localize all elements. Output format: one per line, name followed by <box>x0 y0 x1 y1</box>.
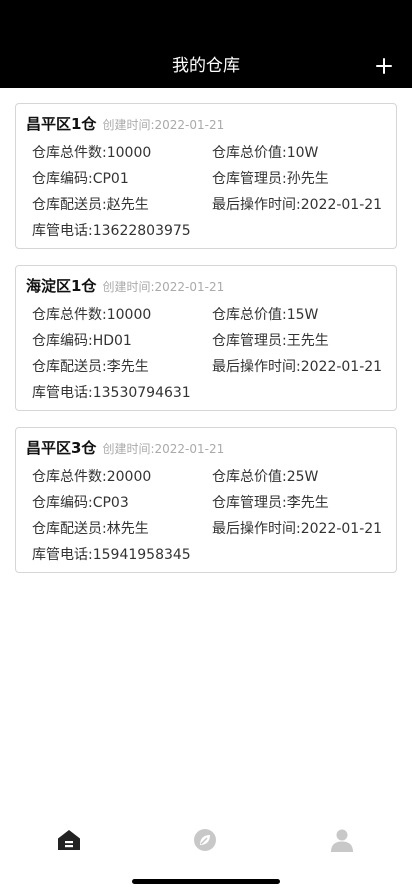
manager-phone: 库管电话:13530794631 <box>32 385 191 401</box>
manager-phone: 库管电话:15941958345 <box>32 547 191 563</box>
warehouse-card[interactable]: 昌平区3仓 创建时间:2022-01-21 仓库总件数:20000 仓库总价值:25… <box>15 427 397 573</box>
total-count: 仓库总件数:10000 <box>32 145 152 161</box>
warehouse-courier: 仓库配送员:林先生 <box>32 521 149 537</box>
created-time: 创建时间:2022-01-21 <box>102 280 225 294</box>
home-icon[interactable] <box>55 826 83 854</box>
card-row: 仓库配送员:林先生 最后操作时间:2022-01-21 <box>26 516 396 542</box>
last-operation-time: 最后操作时间:2022-01-21 <box>212 359 383 375</box>
bottom-tab-bar <box>0 820 412 860</box>
created-time: 创建时间:2022-01-21 <box>102 442 225 456</box>
created-time: 创建时间:2022-01-21 <box>102 118 225 132</box>
user-icon[interactable] <box>328 826 356 854</box>
card-row: 仓库配送员:李先生 最后操作时间:2022-01-21 <box>26 354 396 380</box>
warehouse-code: 仓库编码:HD01 <box>32 333 132 349</box>
warehouse-name: 海淀区1仓 <box>26 277 97 295</box>
card-row: 仓库编码:CP01 仓库管理员:孙先生 <box>26 166 396 192</box>
warehouse-list: 昌平区1仓 创建时间:2022-01-21 仓库总件数:10000 仓库总价值:10… <box>15 103 397 589</box>
card-row: 仓库编码:CP03 仓库管理员:李先生 <box>26 490 396 516</box>
total-value: 仓库总价值:15W <box>212 307 319 323</box>
card-row: 仓库配送员:赵先生 最后操作时间:2022-01-21 <box>26 192 396 218</box>
warehouse-courier: 仓库配送员:李先生 <box>32 359 149 375</box>
total-count: 仓库总件数:20000 <box>32 469 152 485</box>
card-header: 海淀区1仓 创建时间:2022-01-21 <box>26 276 396 296</box>
card-row: 库管电话:15941958345 <box>26 542 396 568</box>
last-operation-time: 最后操作时间:2022-01-21 <box>212 521 383 537</box>
warehouse-code: 仓库编码:CP03 <box>32 495 129 511</box>
card-row: 仓库总件数:10000 仓库总价值:10W <box>26 140 396 166</box>
card-header: 昌平区3仓 创建时间:2022-01-21 <box>26 438 396 458</box>
total-value: 仓库总价值:10W <box>212 145 319 161</box>
card-row: 库管电话:13622803975 <box>26 218 396 244</box>
app-header: 我的仓库 <box>0 0 412 88</box>
plus-icon[interactable] <box>370 52 398 80</box>
warehouse-name: 昌平区3仓 <box>26 439 97 457</box>
page-title: 我的仓库 <box>172 56 240 76</box>
total-value: 仓库总价值:25W <box>212 469 319 485</box>
total-count: 仓库总件数:10000 <box>32 307 152 323</box>
card-row: 仓库总件数:20000 仓库总价值:25W <box>26 464 396 490</box>
card-row: 仓库编码:HD01 仓库管理员:王先生 <box>26 328 396 354</box>
last-operation-time: 最后操作时间:2022-01-21 <box>212 197 383 213</box>
card-row: 仓库总件数:10000 仓库总价值:15W <box>26 302 396 328</box>
warehouse-name: 昌平区1仓 <box>26 115 97 133</box>
warehouse-manager: 仓库管理员:李先生 <box>212 495 329 511</box>
warehouse-manager: 仓库管理员:孙先生 <box>212 171 329 187</box>
manager-phone: 库管电话:13622803975 <box>32 223 191 239</box>
warehouse-courier: 仓库配送员:赵先生 <box>32 197 149 213</box>
compass-icon[interactable] <box>191 826 219 854</box>
home-indicator <box>132 879 280 884</box>
warehouse-manager: 仓库管理员:王先生 <box>212 333 329 349</box>
warehouse-card[interactable]: 海淀区1仓 创建时间:2022-01-21 仓库总件数:10000 仓库总价值:15… <box>15 265 397 411</box>
warehouse-code: 仓库编码:CP01 <box>32 171 129 187</box>
card-row: 库管电话:13530794631 <box>26 380 396 406</box>
warehouse-card[interactable]: 昌平区1仓 创建时间:2022-01-21 仓库总件数:10000 仓库总价值:10… <box>15 103 397 249</box>
card-header: 昌平区1仓 创建时间:2022-01-21 <box>26 114 396 134</box>
